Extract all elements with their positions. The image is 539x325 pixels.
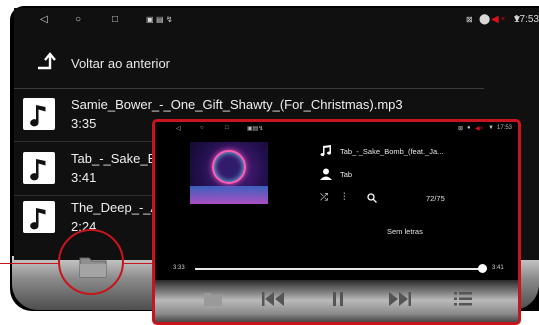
track-duration: 3:41 [71, 170, 97, 185]
now-playing-inset: ◁ ○ □ ▣▤↯ ⊠ ● ◀× ▼ 17:53 Tab_-_Sake_Bomb… [152, 119, 521, 325]
next-icon[interactable] [388, 290, 412, 308]
person-icon [320, 168, 332, 180]
album-art-ring [212, 150, 246, 184]
back-label: Voltar ao anterior [71, 56, 171, 71]
playlist-icon[interactable] [453, 290, 473, 308]
music-note-icon [320, 145, 332, 157]
shuffle-icon[interactable]: ⤮ [320, 192, 328, 203]
music-note-icon [23, 98, 55, 130]
lyrics-text: Sem letras [387, 227, 423, 236]
recents-square-icon[interactable]: □ [112, 15, 118, 25]
music-note-icon [23, 152, 55, 184]
mute-x-icon: × [501, 16, 506, 23]
volume-muted-icon: ◀× [475, 126, 484, 132]
track-counter: 72/75 [426, 194, 445, 203]
volume-muted-icon: ◀ [491, 14, 499, 25]
track-duration: 3:35 [71, 116, 97, 131]
back-triangle-icon[interactable]: ◁ [40, 15, 48, 25]
playback-toolbar [155, 280, 518, 322]
sync-icon: ↯ [166, 15, 173, 24]
callout-line [0, 263, 60, 264]
location-pin-icon: ⬤ [479, 14, 491, 25]
seek-bar[interactable] [195, 264, 487, 273]
status-bar: ◁ ○ □ ▣ ▤ ↯ ⊠ ⬤ ◀ × ▼ 17:53 [14, 8, 539, 34]
status-clock: 17:53 [497, 125, 513, 131]
folder-icon[interactable] [203, 290, 223, 308]
callout-line [122, 263, 152, 264]
search-icon[interactable] [367, 193, 377, 203]
music-note-icon [23, 201, 55, 233]
contacts-icon: ⊠ [458, 126, 464, 132]
back-row[interactable]: Voltar ao anterior [14, 48, 539, 78]
recents-square-icon[interactable]: □ [225, 125, 229, 131]
divider [14, 88, 484, 89]
home-circle-icon[interactable]: ○ [75, 15, 81, 25]
previous-icon[interactable] [261, 290, 285, 308]
back-arrow-icon [38, 52, 56, 70]
equalizer-icon[interactable]: ⫶ [343, 192, 346, 203]
seek-bar-fill [195, 268, 482, 270]
total-time: 3:41 [492, 265, 504, 271]
track-name: Samie_Bower_-_One_Gift_Shawty_(For_Chris… [71, 97, 403, 112]
status-clock: 17:53 [513, 14, 539, 25]
track-name: Tab_-_Sake_Bo [71, 151, 164, 166]
back-triangle-icon[interactable]: ◁ [176, 125, 181, 132]
gallery-icon: ▣ [146, 15, 154, 24]
song-title: Tab_-_Sake_Bomb_(feat._Ja... [340, 147, 444, 156]
album-art-floor [190, 186, 268, 204]
home-circle-icon[interactable]: ○ [200, 125, 204, 131]
gallery-icon: ▣▤↯ [247, 126, 264, 132]
seek-bar-knob[interactable] [477, 264, 487, 273]
song-artist: Tab [340, 170, 353, 179]
contacts-icon: ⊠ [466, 15, 473, 24]
elapsed-time: 3:33 [173, 265, 185, 271]
cast-icon: ▤ [156, 15, 164, 24]
pause-icon[interactable] [330, 290, 346, 308]
location-pin-icon: ● [467, 125, 471, 131]
highlight-circle [58, 229, 124, 295]
wifi-icon: ▼ [488, 125, 494, 131]
status-bar: ◁ ○ □ ▣▤↯ ⊠ ● ◀× ▼ 17:53 [155, 122, 518, 136]
album-art [190, 142, 268, 204]
